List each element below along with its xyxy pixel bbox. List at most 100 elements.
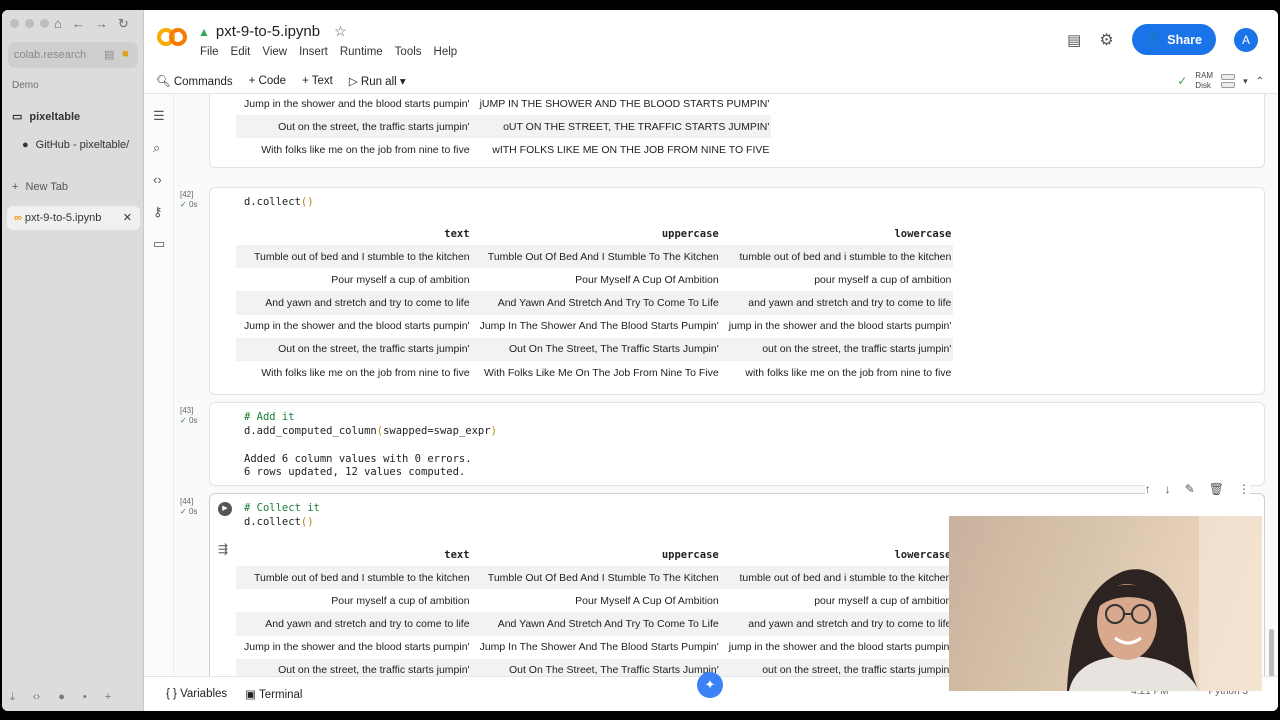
commands-button[interactable]: 🔍︎ Commands bbox=[156, 74, 233, 88]
add-icon[interactable]: + bbox=[105, 691, 111, 704]
filename[interactable]: pxt-9-to-5.ipynb bbox=[216, 23, 320, 40]
edit-icon[interactable]: ✎ bbox=[1185, 482, 1195, 496]
collapse-icon[interactable]: ⌃ bbox=[1256, 76, 1264, 87]
exec-number: [43] bbox=[180, 406, 194, 415]
menu-edit[interactable]: Edit bbox=[231, 46, 251, 58]
left-rail: ☰ ⌕ ‹› ⚷ ▭ bbox=[144, 94, 174, 675]
star-icon[interactable]: ☆ bbox=[334, 23, 347, 40]
sidebar-item-label: pixeltable bbox=[29, 110, 81, 123]
avatar[interactable]: A bbox=[1234, 27, 1258, 52]
window-controls[interactable] bbox=[10, 19, 49, 28]
comment-icon[interactable]: ▤ bbox=[1067, 31, 1081, 49]
sidebar-item-pixeltable[interactable]: ▭ pixeltable bbox=[12, 110, 81, 124]
code-cell-43[interactable]: # Add it d.add_computed_column(swapped=s… bbox=[209, 402, 1265, 486]
share-button[interactable]: 👤 Share bbox=[1131, 24, 1216, 55]
table-row: Out on the street, the traffic starts ju… bbox=[236, 115, 772, 139]
table-cell: oUT ON THE STREET, THE TRAFFIC STARTS JU… bbox=[471, 115, 772, 139]
share-label: Share bbox=[1167, 32, 1202, 47]
download-icon[interactable]: ⤓ bbox=[10, 691, 15, 704]
sidebar-item-github[interactable]: ● GitHub - pixeltable/ bbox=[22, 139, 129, 151]
code-label: Code bbox=[258, 74, 287, 87]
table-cell: And Yawn And Stretch And Try To Come To … bbox=[471, 291, 721, 315]
menu-help[interactable]: Help bbox=[434, 46, 458, 58]
table-row: Jump in the shower and the blood starts … bbox=[236, 94, 771, 115]
table-cell: Jump In The Shower And The Blood Starts … bbox=[479, 641, 719, 654]
address-bar[interactable]: colab.research ▤ ■ bbox=[8, 42, 138, 68]
gemini-sparkle-icon[interactable]: ✦ bbox=[697, 672, 723, 698]
code-cell-42[interactable]: d.collect() text uppercase lowercase Tumbl… bbox=[209, 187, 1265, 395]
code-icon[interactable]: ‹› bbox=[33, 691, 40, 704]
output-options-icon[interactable]: ⇶ bbox=[218, 542, 228, 556]
column-header: uppercase bbox=[661, 228, 719, 240]
colab-logo[interactable] bbox=[156, 27, 188, 47]
more-icon[interactable]: ⋮ bbox=[1238, 482, 1250, 496]
cell-code[interactable]: d.collect() bbox=[244, 195, 314, 209]
column-header: lowercase bbox=[894, 549, 952, 561]
run-all-button[interactable]: ▷ Run all ▾ bbox=[349, 74, 406, 88]
reader-icon[interactable]: ▤ bbox=[104, 48, 114, 61]
code-snippets-icon[interactable]: ‹› bbox=[153, 172, 162, 187]
chevron-down-icon[interactable]: ▾ bbox=[1243, 76, 1248, 87]
table-cell: out on the street, the traffic starts ju… bbox=[720, 658, 954, 676]
new-tab-label: New Tab bbox=[25, 181, 69, 193]
table-cell: Pour myself a cup of ambition bbox=[331, 594, 470, 607]
new-tab-button[interactable]: + New Tab bbox=[12, 181, 68, 193]
exec-time: 0s bbox=[188, 416, 198, 425]
table-row: Tumble out of bed and I stumble to the k… bbox=[236, 566, 954, 590]
back-icon[interactable]: ← bbox=[72, 16, 85, 32]
output-line: Added 6 column values with 0 errors. bbox=[244, 453, 472, 465]
key-icon[interactable]: ⚷ bbox=[153, 204, 163, 220]
find-icon[interactable]: ⌕ bbox=[153, 140, 160, 156]
menu-file[interactable]: File bbox=[200, 46, 219, 58]
delete-icon[interactable]: 🗑︎ bbox=[1209, 482, 1224, 496]
active-tab[interactable]: ∞ pxt-9-to-5.ipynb ✕ bbox=[7, 206, 140, 230]
folder-icon[interactable]: ▭ bbox=[153, 236, 165, 252]
gear-icon[interactable]: ⚙ bbox=[1099, 30, 1113, 50]
terminal-label: Terminal bbox=[259, 689, 303, 701]
table-row: Out on the street, the traffic starts ju… bbox=[236, 658, 954, 676]
table-row: With folks like me on the job from nine … bbox=[236, 138, 771, 161]
menu-view[interactable]: View bbox=[262, 46, 287, 58]
runtime-status[interactable]: ✓ RAM Disk ▾ ⌃ bbox=[1177, 68, 1264, 94]
cell-code[interactable]: # Add it d.add_computed_column(swapped=s… bbox=[244, 410, 497, 438]
dot-icon[interactable]: ● bbox=[58, 691, 65, 704]
reload-icon[interactable]: ↻ bbox=[118, 16, 129, 32]
table-cell: And yawn and stretch and try to come to … bbox=[236, 291, 472, 315]
table-cell: and yawn and stretch and try to come to … bbox=[720, 612, 954, 636]
table-row: And yawn and stretch and try to come to … bbox=[236, 612, 954, 636]
menu-insert[interactable]: Insert bbox=[299, 46, 328, 58]
table-cell: And Yawn And Stretch And Try To Come To … bbox=[471, 612, 721, 636]
table-row: Out on the street, the traffic starts ju… bbox=[236, 337, 954, 361]
toc-icon[interactable]: ☰ bbox=[153, 108, 165, 124]
move-down-icon[interactable]: ↓ bbox=[1165, 482, 1171, 496]
menu-tools[interactable]: Tools bbox=[395, 46, 422, 58]
browser-nav: ⌂ ← → ↻ bbox=[54, 16, 129, 32]
table-cell: Out on the street, the traffic starts ju… bbox=[236, 337, 472, 361]
forward-icon[interactable]: → bbox=[95, 16, 108, 32]
notebook-title[interactable]: ▲ pxt-9-to-5.ipynb ☆ bbox=[198, 23, 347, 40]
scrollbar[interactable] bbox=[1269, 629, 1274, 676]
home-icon[interactable]: ⌂ bbox=[54, 16, 62, 32]
cell-code[interactable]: # Collect it d.collect() bbox=[244, 501, 320, 529]
add-code-button[interactable]: + Code bbox=[249, 75, 286, 87]
table-cell: Jump in the shower and the blood starts … bbox=[244, 97, 470, 110]
table-cell: tumble out of bed and i stumble to the k… bbox=[720, 566, 954, 590]
variables-button[interactable]: { } Variables bbox=[166, 688, 227, 700]
move-up-icon[interactable]: ↑ bbox=[1145, 482, 1151, 496]
browser-window: ⌂ ← → ↻ colab.research ▤ ■ Demo ▭ pixelt… bbox=[2, 10, 1278, 711]
table-cell: Jump in the shower and the blood starts … bbox=[244, 320, 470, 333]
output-table: text uppercase lowercase Tumble out of bed… bbox=[236, 544, 954, 676]
table-row: Tumble out of bed and I stumble to the k… bbox=[236, 245, 954, 269]
table-cell: Out on the street, the traffic starts ju… bbox=[236, 658, 472, 676]
search-icon: 🔍︎ bbox=[156, 75, 171, 88]
run-cell-button[interactable]: ▶ bbox=[218, 502, 232, 516]
table-cell: With folks like me on the job from nine … bbox=[261, 366, 470, 379]
notebook-toolbar: 🔍︎ Commands + Code + Text ▷ Run all ▾ bbox=[144, 68, 1278, 94]
dot-icon[interactable]: • bbox=[83, 691, 87, 704]
menu-runtime[interactable]: Runtime bbox=[340, 46, 383, 58]
ram-meter bbox=[1221, 74, 1236, 80]
add-text-button[interactable]: + Text bbox=[302, 75, 333, 87]
terminal-button[interactable]: ▣ Terminal bbox=[245, 687, 302, 701]
close-icon[interactable]: ✕ bbox=[123, 211, 132, 224]
briefcase-icon[interactable]: ■ bbox=[122, 48, 129, 60]
